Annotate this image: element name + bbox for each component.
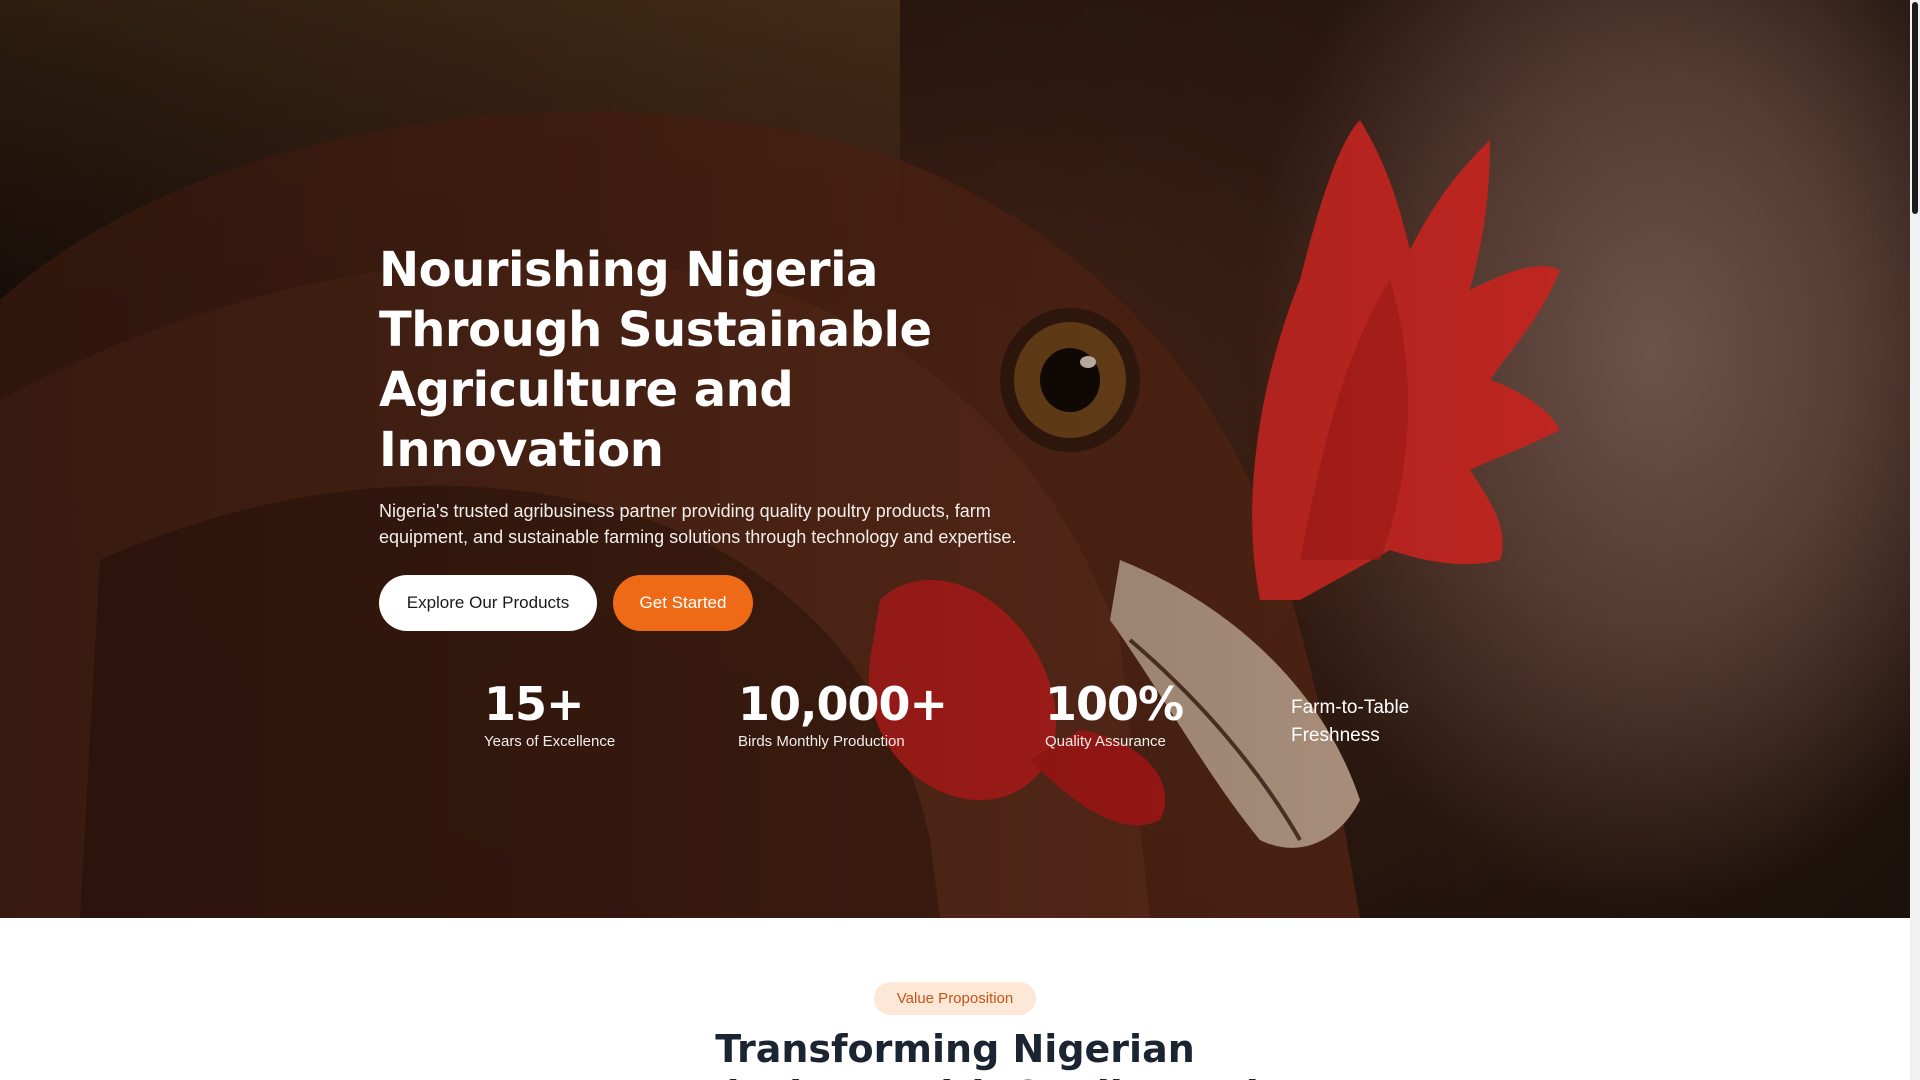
stat-quality: 100% Quality Assurance [1045, 676, 1184, 752]
value-proposition-section: Value Proposition Transforming Nigerian … [0, 918, 1910, 1080]
stat-label: Birds Monthly Production [738, 733, 905, 750]
hero-section: Nourishing Nigeria Through Sustainable A… [0, 0, 1910, 918]
stat-years: 15+ Years of Excellence [484, 676, 615, 752]
stat-birds: 10,000+ Birds Monthly Production [738, 676, 948, 752]
stat-value: 10,000+ [738, 677, 948, 731]
page: Nourishing Nigeria Through Sustainable A… [0, 0, 1910, 1080]
value-proposition-badge: Value Proposition [874, 982, 1036, 1015]
value-title: Transforming Nigerian [715, 1027, 1195, 1071]
stat-value: 100% [1045, 677, 1184, 731]
value-title-line2: Agriculture with Quality and [0, 1072, 1910, 1080]
stat-freshness: Farm-to-Table Freshness [1291, 697, 1410, 746]
explore-products-button[interactable]: Explore Our Products [379, 575, 597, 631]
hero-title: Nourishing Nigeria Through Sustainable A… [379, 242, 932, 478]
hero-subtitle: Nigeria's trusted agribusiness partner p… [379, 501, 1017, 547]
stat-value: 15+ [484, 677, 585, 731]
page-scrollbar[interactable] [1910, 0, 1920, 1080]
hero-content: Nourishing Nigeria Through Sustainable A… [379, 240, 1139, 631]
stat-label: Quality Assurance [1045, 733, 1166, 750]
hero-buttons: Explore Our Products Get Started [379, 575, 1139, 631]
get-started-button[interactable]: Get Started [613, 575, 753, 631]
scrollbar-thumb[interactable] [1912, 2, 1918, 214]
hero-stats: 15+ Years of Excellence 10,000+ Birds Mo… [0, 676, 1910, 756]
stat-label: Years of Excellence [484, 733, 616, 750]
